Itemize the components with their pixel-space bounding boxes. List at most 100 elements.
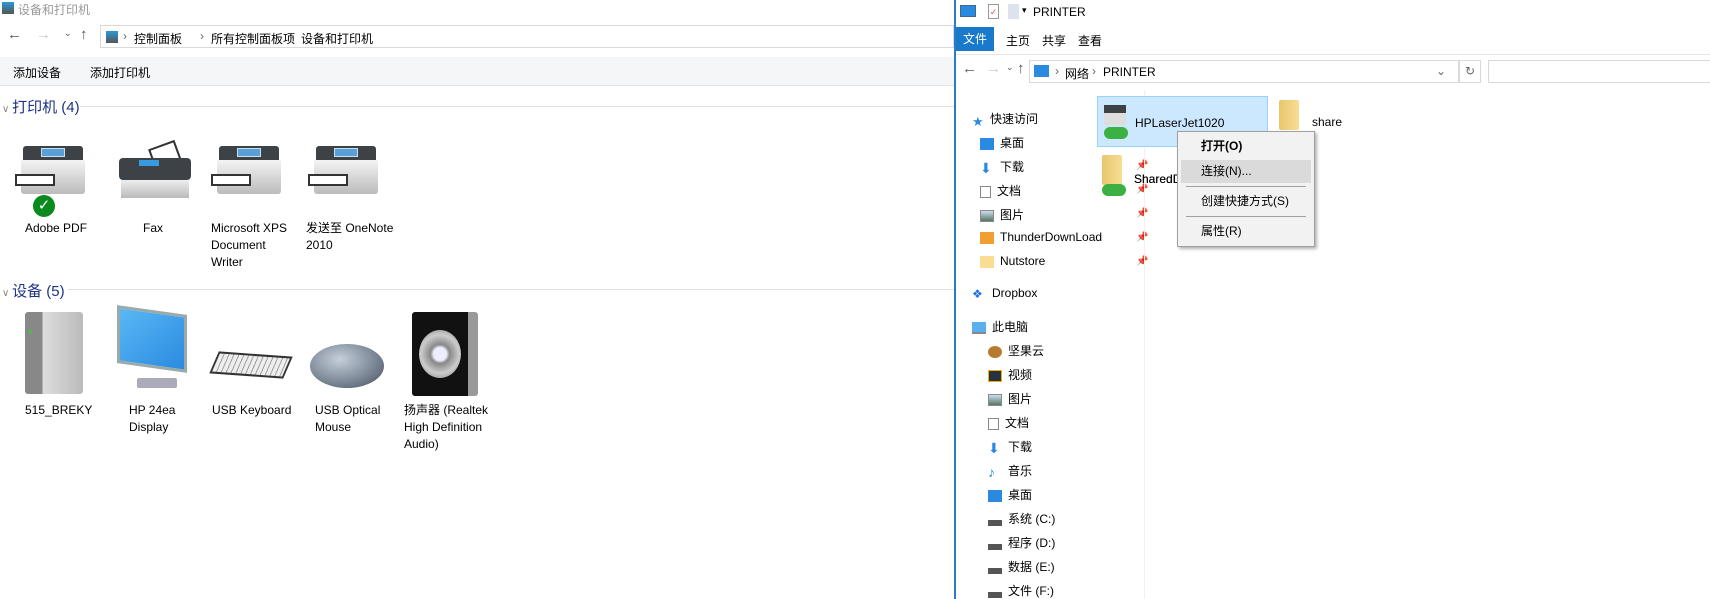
- breadcrumb-devices-printers[interactable]: 设备和打印机: [301, 30, 373, 47]
- menu-item-properties[interactable]: 属性(R): [1181, 220, 1311, 243]
- printer-onenote[interactable]: 发送至 OneNote 2010: [306, 140, 406, 252]
- printer-fax[interactable]: Fax: [113, 139, 213, 250]
- properties-icon[interactable]: ✓: [988, 4, 999, 19]
- sidebar-pc-item[interactable]: 系统 (C:): [988, 510, 1055, 527]
- sidebar-quick-access[interactable]: ★ 快速访问: [972, 110, 1038, 129]
- address-bar[interactable]: › 控制面板 › 所有控制面板项 › 设备和打印机: [100, 25, 954, 48]
- item-label: share: [1312, 115, 1343, 129]
- sidebar-pc-item[interactable]: 文件 (F:): [988, 582, 1054, 599]
- printer-label: Adobe PDF: [25, 221, 88, 235]
- sidebar-pc-item[interactable]: 坚果云: [988, 342, 1044, 359]
- menu-separator: [1186, 216, 1306, 217]
- device-usb-mouse[interactable]: USB Optical Mouse: [306, 310, 406, 440]
- add-printer-button[interactable]: 添加打印机: [90, 64, 150, 81]
- printer-icon: [15, 146, 91, 196]
- network-printer-icon: [1102, 105, 1128, 139]
- sidebar-pc-item[interactable]: 桌面: [988, 486, 1032, 503]
- picture-icon: [980, 209, 994, 222]
- menu-item-create-shortcut[interactable]: 创建快捷方式(S): [1181, 190, 1311, 213]
- mouse-icon: [310, 344, 384, 388]
- back-button[interactable]: ←: [7, 26, 22, 43]
- sidebar-this-pc[interactable]: 此电脑: [972, 318, 1028, 335]
- folder-icon: [980, 255, 994, 268]
- forward-button[interactable]: →: [986, 60, 1001, 77]
- control-panel-icon: [106, 31, 118, 43]
- computer-icon: [960, 5, 976, 17]
- command-bar: 添加设备 添加打印机: [0, 57, 954, 86]
- sidebar-item-downloads[interactable]: ⬇ 下载: [980, 158, 1024, 175]
- printer-label: Fax: [143, 221, 164, 235]
- menu-separator: [1186, 186, 1306, 187]
- search-input[interactable]: [1488, 60, 1710, 83]
- pin-icon[interactable]: 📌: [1136, 232, 1148, 243]
- item-label: HPLaserJet1020: [1135, 116, 1225, 130]
- add-device-button[interactable]: 添加设备: [13, 64, 61, 81]
- drive-icon: [988, 513, 1002, 526]
- music-icon: ♪: [988, 463, 995, 480]
- up-button[interactable]: ↑: [1017, 60, 1025, 77]
- sidebar-pc-item[interactable]: 视频: [988, 366, 1032, 383]
- fax-icon: [117, 139, 193, 200]
- address-bar[interactable]: › 网络 › PRINTER ⌄: [1029, 60, 1459, 83]
- device-515-breky[interactable]: 515_BREKY: [13, 310, 113, 440]
- ribbon-tab-share[interactable]: 共享: [1042, 32, 1066, 49]
- sidebar-dropbox[interactable]: ❖ Dropbox: [972, 286, 1037, 300]
- menu-item-connect[interactable]: 连接(N)...: [1181, 160, 1311, 183]
- printers-section-header[interactable]: ∨ 打印机 (4): [2, 96, 80, 117]
- ribbon-tab-home[interactable]: 主页: [1006, 32, 1030, 49]
- breadcrumb-control-panel[interactable]: 控制面板: [134, 30, 182, 47]
- printer-adobe-pdf[interactable]: ✓ Adobe PDF: [13, 140, 113, 250]
- computer-icon: [1034, 65, 1049, 77]
- drive-icon: [988, 585, 1002, 598]
- new-folder-icon[interactable]: [1008, 4, 1019, 19]
- sidebar-pc-item[interactable]: 程序 (D:): [988, 534, 1055, 551]
- recent-dropdown[interactable]: ⌄: [1006, 62, 1014, 73]
- breadcrumb-printer[interactable]: PRINTER: [1103, 65, 1156, 79]
- device-label: USB Optical Mouse: [315, 403, 381, 434]
- sidebar-pc-item[interactable]: 数据 (E:): [988, 558, 1055, 575]
- divider: [80, 106, 954, 107]
- refresh-button[interactable]: ↻: [1459, 60, 1481, 83]
- control-panel-icon: [2, 2, 14, 14]
- up-button[interactable]: ↑: [80, 26, 88, 43]
- download-arrow-icon: ⬇: [988, 439, 1000, 456]
- address-dropdown[interactable]: ⌄: [1436, 64, 1446, 78]
- menu-item-open[interactable]: 打开(O): [1181, 135, 1311, 158]
- sidebar-item-desktop[interactable]: 桌面: [980, 134, 1024, 151]
- ribbon-tab-file[interactable]: 文件: [956, 27, 994, 51]
- default-check-icon: ✓: [33, 195, 55, 217]
- pin-icon[interactable]: 📌: [1136, 208, 1148, 219]
- sidebar-item-pictures[interactable]: 图片: [980, 206, 1024, 223]
- window-title: PRINTER: [1033, 5, 1086, 19]
- sidebar-pc-item[interactable]: 图片: [988, 390, 1032, 407]
- sidebar-item-documents[interactable]: 文档: [980, 182, 1021, 199]
- back-button[interactable]: ←: [962, 60, 977, 77]
- device-label: 515_BREKY: [25, 403, 93, 417]
- breadcrumb-network[interactable]: 网络: [1065, 65, 1089, 82]
- breadcrumb-all-items[interactable]: 所有控制面板项: [211, 30, 295, 47]
- sidebar-item-thunderdownload[interactable]: ThunderDownLoad: [980, 230, 1102, 244]
- picture-icon: [988, 393, 1002, 406]
- monitor-icon: [117, 305, 187, 390]
- sidebar-pc-item[interactable]: ♪ 音乐: [988, 462, 1032, 479]
- drive-icon: [988, 561, 1002, 574]
- network-share-icon: [1102, 184, 1126, 196]
- devices-section-header[interactable]: ∨ 设备 (5): [2, 280, 65, 301]
- recent-dropdown[interactable]: ⌄: [64, 28, 72, 39]
- device-usb-keyboard[interactable]: USB Keyboard: [209, 310, 309, 440]
- ribbon-tab-view[interactable]: 查看: [1078, 32, 1102, 49]
- sidebar-pc-item[interactable]: ⬇ 下载: [988, 438, 1032, 455]
- document-icon: [980, 185, 991, 198]
- device-speaker[interactable]: 扬声器 (Realtek High Definition Audio): [402, 310, 502, 451]
- computer-icon: [972, 321, 986, 334]
- device-hp-24ea[interactable]: HP 24ea Display: [113, 305, 213, 440]
- window-title: 设备和打印机: [18, 3, 91, 17]
- quick-access-toolbar-dropdown[interactable]: ▾: [1022, 5, 1027, 16]
- printer-microsoft-xps[interactable]: Microsoft XPS Document Writer: [209, 140, 309, 269]
- download-arrow-icon: ⬇: [980, 159, 992, 176]
- forward-button[interactable]: →: [36, 26, 51, 43]
- sidebar-item-nutstore[interactable]: Nutstore: [980, 254, 1045, 268]
- sidebar-pc-item[interactable]: 文档: [988, 414, 1029, 431]
- pin-icon[interactable]: 📌: [1136, 256, 1148, 267]
- shared-folder-icon: [1279, 100, 1299, 130]
